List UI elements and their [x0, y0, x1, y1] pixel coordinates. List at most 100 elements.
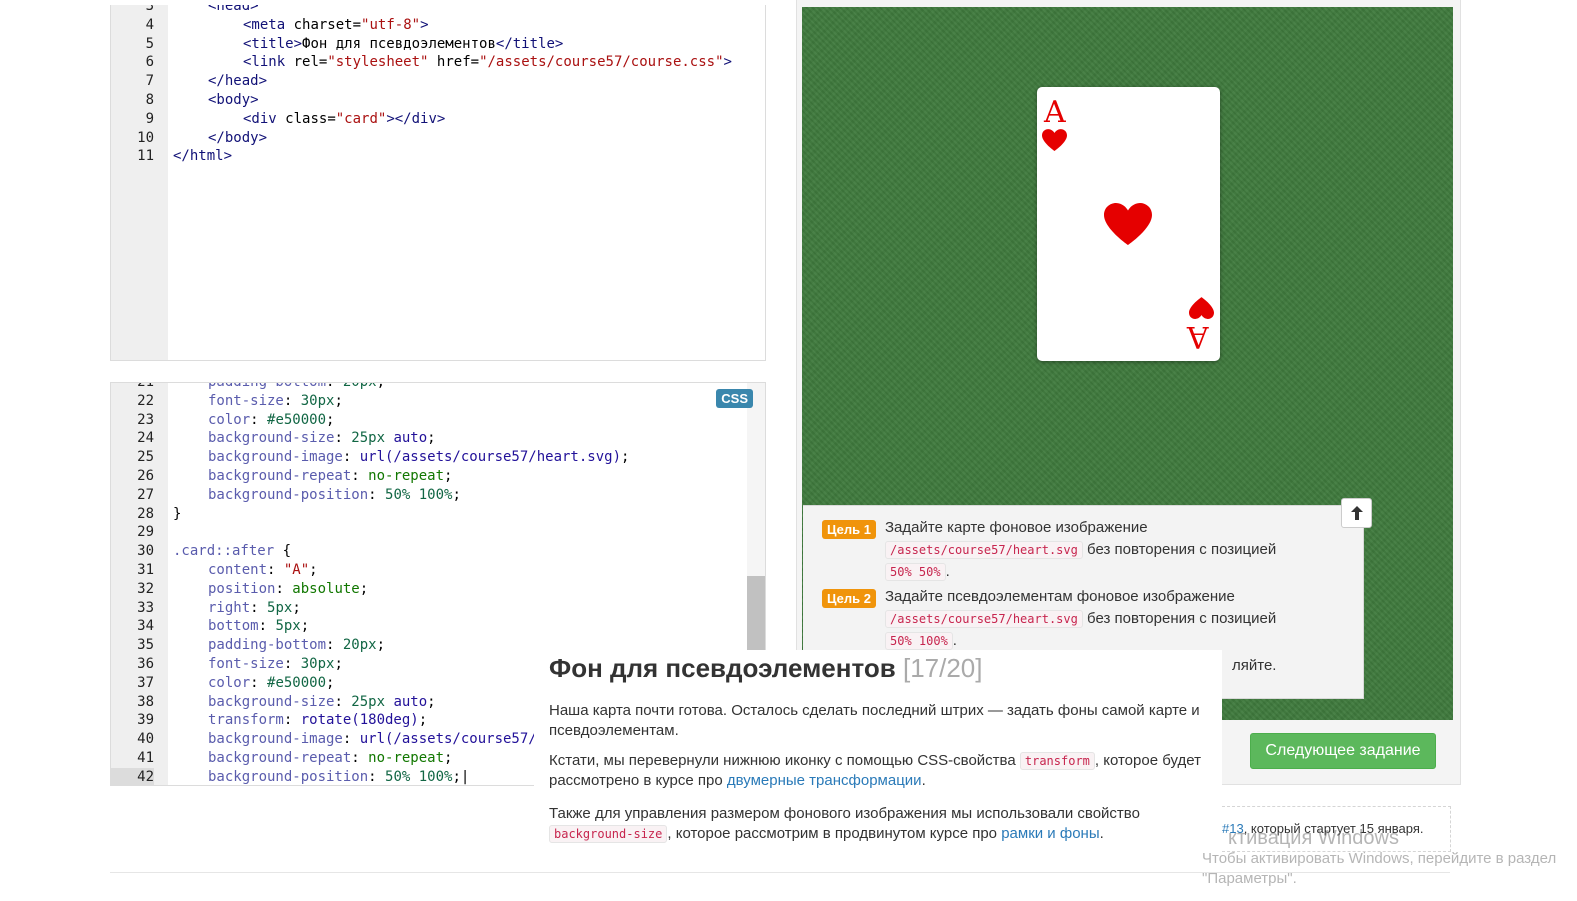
code-text[interactable]: transform: rotate(180deg); — [208, 711, 427, 730]
goal-1-code-position: 50% 50% — [885, 563, 946, 581]
line-number: 23 — [137, 411, 154, 428]
line-number: 7 — [145, 73, 154, 90]
line-number: 6 — [145, 54, 154, 71]
code-text[interactable]: bottom: 5px; — [208, 617, 309, 636]
line-number: 36 — [137, 656, 154, 672]
code-text[interactable]: </body> — [208, 129, 267, 148]
line-number: 4 — [145, 16, 154, 33]
code-text[interactable]: right: 5px; — [208, 599, 301, 618]
line-number: 39 — [137, 712, 154, 729]
html-code-editor[interactable]: 3 <head> 4 <meta charset="utf-8"> 5 <title>Фо… — [110, 5, 766, 361]
goal-2-code-path: /assets/course57/heart.svg — [885, 610, 1083, 628]
code-text[interactable]: background-image: url(/assets/course57/h… — [208, 448, 629, 467]
code-line[interactable]: 11 </html> — [111, 147, 765, 166]
code-line[interactable]: 33 right: 5px; — [111, 599, 765, 618]
line-number: 29 — [137, 524, 154, 541]
heart-icon — [1189, 297, 1214, 319]
collapse-goals-button[interactable] — [1341, 498, 1372, 528]
lesson-description: Фон для псевдоэлементов [17/20] Наша кар… — [534, 650, 1222, 901]
code-text[interactable]: background-image: url(/assets/course57/ — [208, 730, 537, 749]
code-line[interactable]: 28} — [111, 505, 765, 524]
code-text[interactable]: <div class="card"></div> — [243, 110, 445, 129]
lesson-paragraph-1: Наша карта почти готова. Осталось сделат… — [549, 702, 1200, 739]
code-text[interactable]: background-size: 25px auto; — [208, 429, 436, 448]
code-text[interactable]: <title>Фон для псевдоэлементов</title> — [243, 35, 563, 54]
code-text[interactable]: <link rel="stylesheet" href="/assets/cou… — [243, 53, 732, 72]
code-text[interactable]: <meta charset="utf-8"> — [243, 16, 429, 35]
code-text[interactable]: background-repeat: no-repeat; — [208, 467, 452, 486]
background-size-code: background-size — [549, 825, 668, 843]
code-line[interactable]: 26 background-repeat: no-repeat; — [111, 467, 765, 486]
code-text[interactable]: padding-bottom: 20px; — [208, 636, 385, 655]
code-text[interactable]: font-size: 30px; — [208, 655, 343, 674]
code-line[interactable]: 9 <div class="card"></div> — [111, 110, 765, 129]
code-text[interactable]: color: #e50000; — [208, 674, 334, 693]
goal-2-code-position: 50% 100% — [885, 632, 953, 650]
line-number: 28 — [137, 505, 154, 522]
code-line[interactable]: 24 background-size: 25px auto; — [111, 429, 765, 448]
code-text[interactable]: background-position: 50% 100%; — [208, 486, 461, 505]
code-text[interactable]: <body> — [208, 91, 259, 110]
goal-2-badge: Цель 2 — [822, 589, 876, 608]
code-text[interactable]: color: #e50000; — [208, 411, 334, 430]
code-text[interactable]: } — [173, 505, 181, 524]
code-line[interactable]: 6 <link rel="stylesheet" href="/assets/co… — [111, 53, 765, 72]
code-line[interactable]: 4 <meta charset="utf-8"> — [111, 16, 765, 35]
code-line[interactable]: 3 <head> — [111, 5, 765, 16]
line-number: 32 — [137, 580, 154, 597]
code-text[interactable]: background-position: 50% 100%;| — [208, 768, 469, 785]
line-number: 42 — [111, 767, 154, 785]
line-number: 33 — [137, 599, 154, 616]
code-text[interactable]: background-repeat: no-repeat; — [208, 749, 452, 768]
code-line[interactable]: 32 position: absolute; — [111, 580, 765, 599]
code-text[interactable]: <head> — [208, 5, 259, 16]
code-text[interactable]: font-size: 30px; — [208, 392, 343, 411]
borders-backgrounds-link[interactable]: рамки и фоны — [1001, 825, 1099, 842]
code-text[interactable]: content: "A"; — [208, 561, 318, 580]
code-line[interactable]: 22 font-size: 30px; — [111, 392, 765, 411]
line-number: 25 — [137, 449, 154, 466]
css-language-badge: CSS — [716, 389, 753, 408]
code-line[interactable]: 34 bottom: 5px; — [111, 617, 765, 636]
divider — [110, 872, 1450, 873]
goal-1-code-path: /assets/course57/heart.svg — [885, 541, 1083, 559]
line-number: 31 — [137, 562, 154, 578]
line-number: 5 — [145, 35, 154, 52]
code-text[interactable]: padding-bottom: 20px; — [208, 383, 385, 392]
code-line[interactable]: 29 — [111, 523, 765, 542]
code-text[interactable]: </head> — [208, 72, 267, 91]
lesson-counter: [17/20] — [902, 653, 983, 683]
line-number: 11 — [137, 148, 154, 165]
code-line[interactable]: 7 </head> — [111, 72, 765, 91]
code-text[interactable]: background-size: 25px auto; — [208, 693, 436, 712]
code-line[interactable]: 27 background-position: 50% 100%; — [111, 486, 765, 505]
code-line[interactable]: 21 padding-bottom: 20px; — [111, 382, 765, 392]
line-number: 21 — [137, 382, 154, 390]
line-number: 22 — [137, 392, 154, 409]
lesson-title: Фон для псевдоэлементов [17/20] — [549, 653, 983, 683]
goal-2-text: Задайте псевдоэлементам фоновое изображе… — [885, 588, 1277, 650]
goal-1-badge: Цель 1 — [822, 520, 876, 539]
next-task-button[interactable]: Следующее задание — [1250, 733, 1436, 769]
line-number: 30 — [137, 543, 154, 560]
card-rank-bottom: A — [1187, 319, 1209, 354]
code-text[interactable]: position: absolute; — [208, 580, 368, 599]
heart-icon — [1042, 129, 1067, 151]
code-line[interactable]: 8 <body> — [111, 91, 765, 110]
code-line[interactable]: 30 .card::after { — [111, 542, 765, 561]
windows-activation-line2: Чтобы активировать Windows, перейдите в … — [1202, 850, 1557, 867]
heart-icon — [1104, 203, 1152, 245]
code-line[interactable]: 31 content: "A"; — [111, 561, 765, 580]
scrollbar-thumb[interactable] — [747, 576, 765, 654]
goals-note-partial: ляйте. — [1232, 657, 1277, 674]
code-line[interactable]: 5 <title>Фон для псевдоэлементов</title> — [111, 35, 765, 54]
code-text[interactable]: .card::after { — [173, 542, 291, 561]
code-line[interactable]: 10 </body> — [111, 129, 765, 148]
code-text[interactable]: </html> — [173, 147, 232, 166]
arrow-up-icon — [1350, 506, 1363, 520]
line-number: 35 — [137, 637, 154, 654]
transforms-course-link[interactable]: двумерные трансформации — [727, 772, 922, 789]
code-line[interactable]: 23 color: #e50000; — [111, 411, 765, 430]
code-line[interactable]: 25 background-image: url(/assets/course57… — [111, 448, 765, 467]
lesson-paragraph-3: Также для управления размером фонового и… — [549, 805, 1140, 843]
